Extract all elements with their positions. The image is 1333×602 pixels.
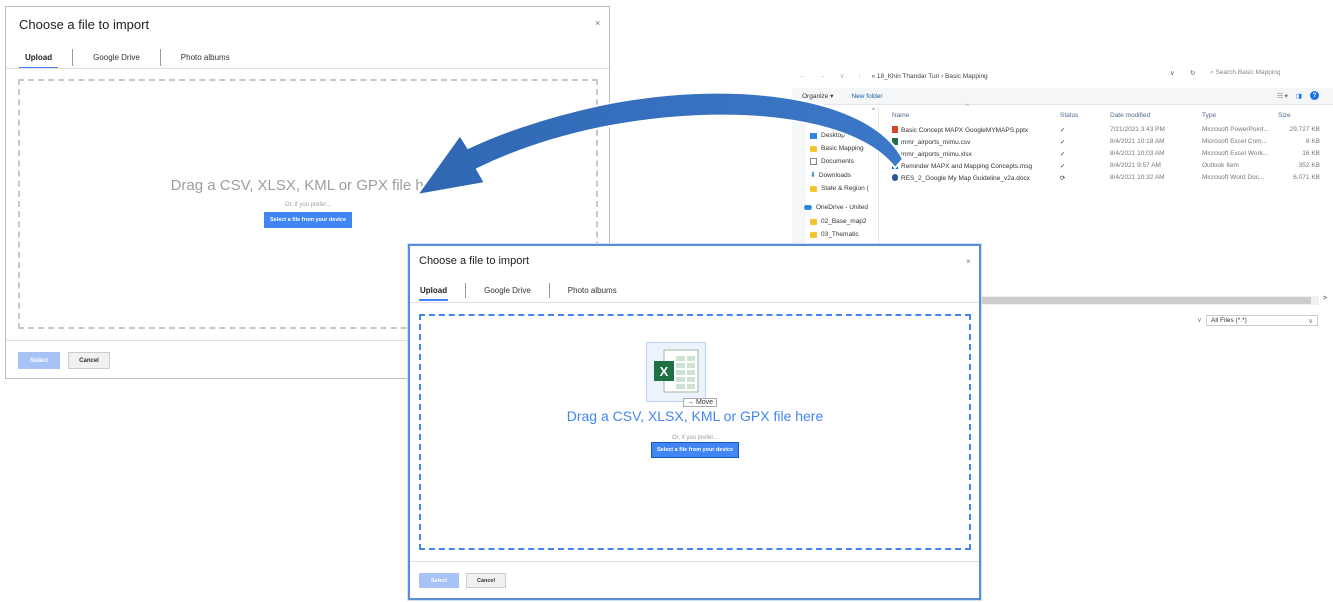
file-row[interactable]: RES_2_Google My Map Guideline_v2a.docx ⟳… — [884, 174, 1324, 185]
tab-photo-albums[interactable]: Photo albums — [567, 286, 618, 295]
file-name: Basic Concept MAPX GoogleMYMAPS.pptx — [901, 127, 1029, 134]
tab-divider — [465, 282, 467, 298]
select-from-device-button[interactable]: Select a file from your device — [650, 442, 740, 458]
refresh-icon[interactable]: ↻ — [1190, 69, 1195, 77]
chevron-down-icon[interactable]: ∨ — [1170, 69, 1175, 77]
chevron-down-icon: ∨ — [1308, 317, 1313, 325]
sidebar-item-thematic[interactable]: 03_Thematic — [810, 231, 859, 238]
file-row[interactable]: mmr_airports_mimu.csv ✓ 8/4/2021 10:18 A… — [884, 138, 1324, 149]
file-date: 8/4/2021 10:32 AM — [1110, 174, 1165, 181]
tab-divider — [72, 48, 74, 66]
syncing-icon: ⟳ — [1060, 175, 1066, 182]
file-type: Microsoft Excel Com... — [1202, 138, 1268, 145]
file-size: 16 KB — [1302, 150, 1320, 157]
cancel-button[interactable]: Cancel — [466, 573, 506, 588]
svg-text:X: X — [660, 364, 669, 379]
dialog-title: Choose a file to import — [419, 255, 530, 267]
drag-instruction: Drag a CSV, XLSX, KML or GPX file here — [566, 408, 824, 424]
drag-arrow — [416, 91, 904, 196]
tab-bar: Upload Google Drive Photo albums — [419, 281, 618, 301]
folder-icon — [810, 218, 817, 225]
synced-check-icon: ✓ — [1060, 127, 1066, 134]
excel-file-icon: X — [654, 349, 699, 393]
view-options-icon[interactable]: ☷ ▾ — [1277, 92, 1288, 100]
tab-bar: Upload Google Drive Photo albums — [19, 45, 236, 69]
dragged-file[interactable]: X — [646, 342, 706, 402]
synced-check-icon: ✓ — [1060, 163, 1066, 170]
divider — [410, 561, 979, 562]
dialog-title: Choose a file to import — [19, 17, 150, 32]
front-import-dialog: Choose a file to import × Upload Google … — [408, 244, 981, 600]
scroll-right-icon[interactable]: > — [1323, 295, 1327, 302]
file-size: 8 KB — [1305, 138, 1320, 145]
file-name: RES_2_Google My Map Guideline_v2a.docx — [901, 175, 1030, 182]
column-header-size[interactable]: Size — [1278, 112, 1291, 119]
file-type-value: All Files (*.*) — [1211, 317, 1247, 324]
file-type-select[interactable]: All Files (*.*) ∨ — [1206, 315, 1318, 326]
or-text: Or, if you prefer... — [284, 202, 332, 208]
divider — [410, 302, 979, 303]
cancel-button[interactable]: Cancel — [68, 352, 110, 369]
tab-upload[interactable]: Upload — [419, 286, 449, 301]
file-date: 8/4/2021 10:03 AM — [1110, 150, 1165, 157]
move-tooltip: → Move — [683, 398, 718, 407]
file-name: Reminder MAPX and Mapping Concepts.msg — [901, 163, 1033, 170]
search-input[interactable]: ⌕ Search Basic Mapping — [1210, 69, 1280, 77]
tab-photo-albums[interactable]: Photo albums — [175, 53, 236, 62]
view-controls: ☷ ▾ ◨ ? — [1277, 91, 1319, 100]
select-button[interactable]: Select — [18, 352, 60, 369]
sidebar-item-base-map2[interactable]: 02_Base_map2 — [810, 218, 867, 225]
tab-google-drive[interactable]: Google Drive — [483, 286, 532, 295]
tab-google-drive[interactable]: Google Drive — [87, 53, 146, 62]
nav-arrows[interactable]: ← → ∨ ↑ — [799, 72, 867, 80]
file-type: Outlook Item — [1202, 162, 1239, 169]
file-type: Microsoft PowerPoint... — [1202, 126, 1269, 133]
select-from-device-button[interactable]: Select a file from your device — [263, 212, 353, 228]
select-button[interactable]: Select — [419, 573, 459, 588]
sidebar-item-label: 02_Base_map2 — [821, 218, 867, 225]
column-header-status[interactable]: Status — [1060, 112, 1078, 119]
divider — [6, 68, 609, 69]
file-size: 6,071 KB — [1293, 174, 1320, 181]
preview-pane-icon[interactable]: ◨ — [1296, 92, 1302, 100]
help-icon[interactable]: ? — [1310, 91, 1319, 100]
or-text: Or, if you prefer... — [671, 435, 719, 441]
file-size: 29,727 KB — [1289, 126, 1320, 133]
column-header-date[interactable]: Date modified — [1110, 112, 1150, 119]
close-icon[interactable]: × — [595, 18, 600, 28]
tab-upload[interactable]: Upload — [19, 53, 59, 69]
file-size: 352 KB — [1298, 162, 1320, 169]
column-header-type[interactable]: Type — [1202, 112, 1216, 119]
close-icon[interactable]: × — [966, 257, 971, 266]
sort-arrow-icon: ^ — [966, 104, 969, 110]
tab-divider — [159, 48, 161, 66]
tab-divider — [548, 282, 550, 298]
file-type: Microsoft Word Doc... — [1202, 174, 1265, 181]
file-date: 8/4/2021 9:57 AM — [1110, 162, 1161, 169]
synced-check-icon: ✓ — [1060, 139, 1066, 146]
file-type: Microsoft Excel Work... — [1202, 150, 1269, 157]
file-date: 7/21/2021 3:43 PM — [1110, 126, 1165, 133]
file-date: 8/4/2021 10:18 AM — [1110, 138, 1165, 145]
file-row[interactable]: mmr_airports_mimu.xlsx ✓ 8/4/2021 10:03 … — [884, 150, 1324, 161]
sidebar-item-label: 03_Thematic — [821, 231, 859, 238]
file-row[interactable]: Reminder MAPX and Mapping Concepts.msg ✓… — [884, 162, 1324, 173]
breadcrumb[interactable]: « 18_Khin Thandar Tun › Basic Mapping — [871, 73, 987, 80]
folder-icon — [810, 231, 817, 238]
chevron-down-icon[interactable]: ∨ — [1197, 316, 1202, 324]
synced-check-icon: ✓ — [1060, 151, 1066, 158]
file-row[interactable]: Basic Concept MAPX GoogleMYMAPS.pptx ✓ 7… — [884, 126, 1324, 137]
drop-zone[interactable]: X → Move Drag a CSV, XLSX, KML or GPX fi… — [419, 314, 971, 550]
